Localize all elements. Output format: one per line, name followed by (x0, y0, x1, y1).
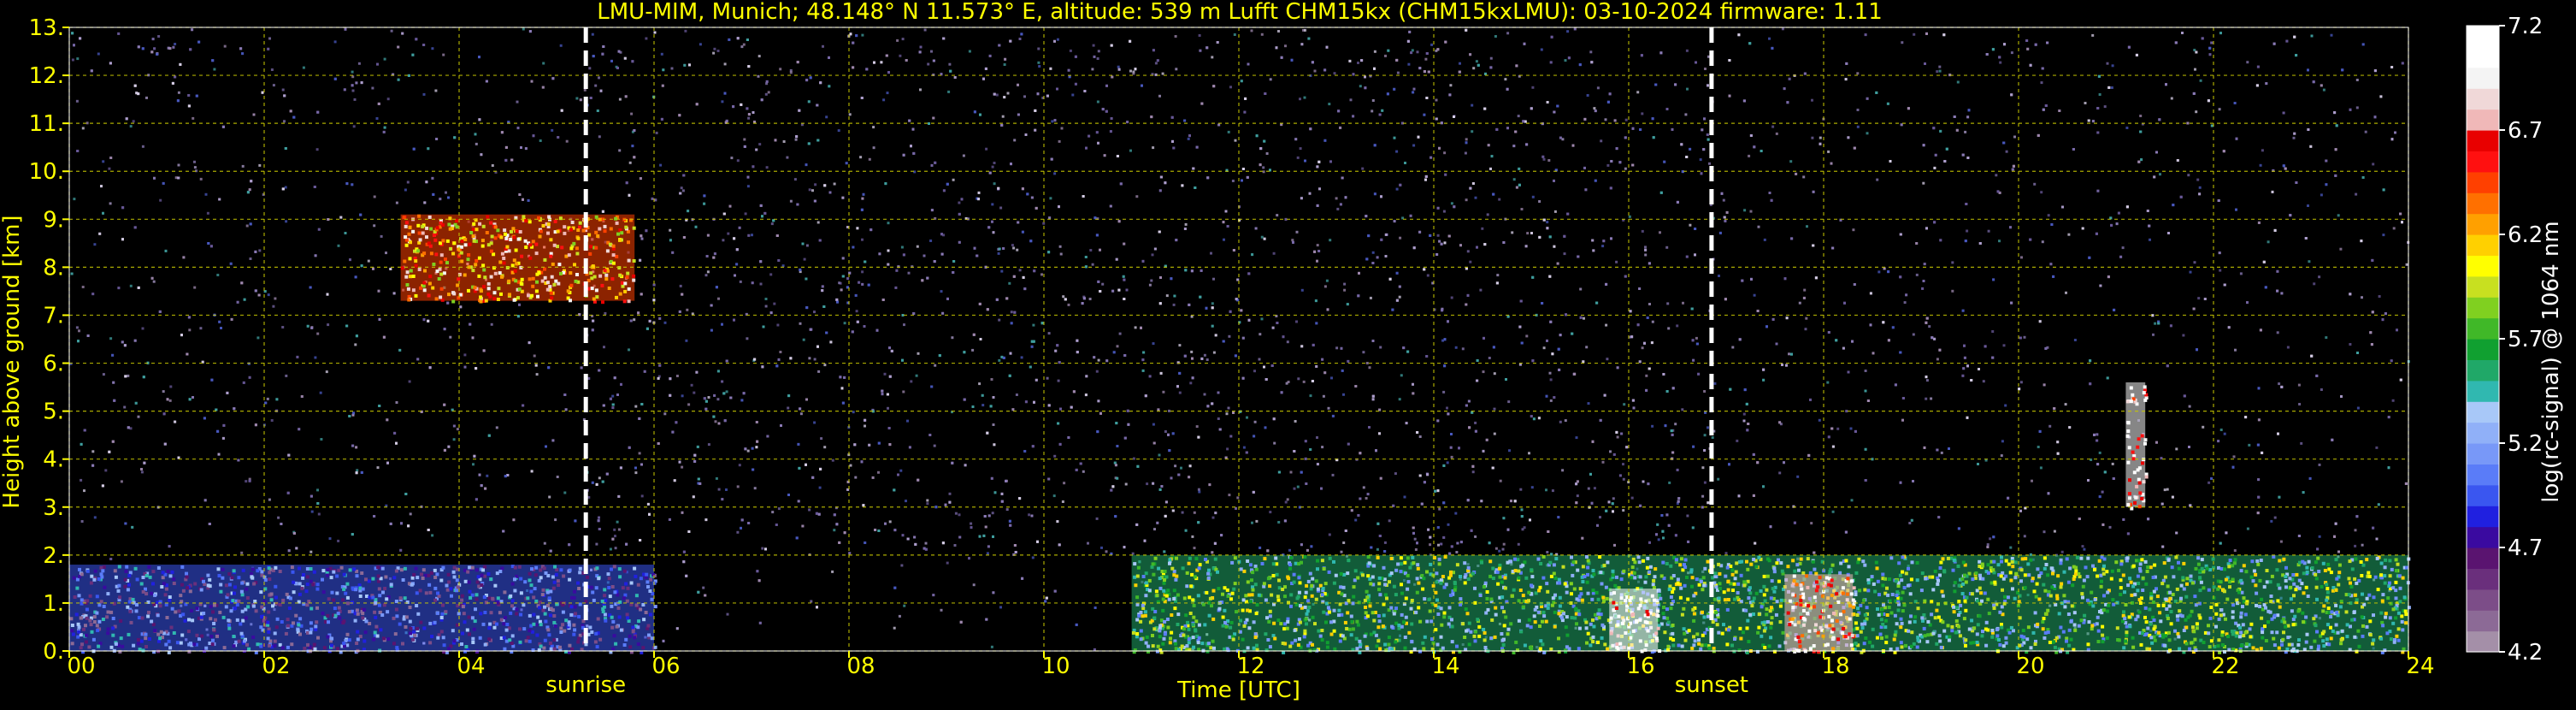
colorbar-swatch (2467, 547, 2499, 569)
y-tick-label: 4. (43, 447, 64, 473)
x-tick-label: 06 (651, 654, 680, 679)
heatmap-feature (1609, 589, 1661, 653)
colorbar-swatch (2467, 401, 2499, 423)
y-tick-label: 9. (43, 207, 64, 233)
ceilometer-figure: LMU-MIM, Munich; 48.148° N 11.573° E, al… (0, 0, 2576, 707)
colorbar-swatch (2467, 631, 2499, 653)
y-tick-label: 6. (43, 352, 64, 377)
y-axis-label: Height above ground [km] (0, 215, 25, 508)
colorbar-swatch (2467, 568, 2499, 589)
x-tick-label: 22 (2211, 654, 2239, 679)
colorbar-swatch (2467, 26, 2499, 47)
x-tick-label: 10 (1041, 654, 1070, 679)
x-tick-label: 04 (457, 654, 485, 679)
heatmap-feature (2125, 382, 2148, 511)
colorbar-swatch (2467, 443, 2499, 464)
sunset-label: sunset (1675, 672, 1748, 698)
colorbar-swatch (2467, 130, 2499, 151)
colorbar-tick-label: 6.7 (2508, 118, 2543, 144)
ceilometer-chart: LMU-MIM, Munich; 48.148° N 11.573° E, al… (0, 0, 2576, 707)
colorbar-swatch (2467, 276, 2499, 298)
y-tick-label: 12. (29, 63, 64, 89)
colorbar-swatch (2467, 255, 2499, 276)
x-tick-label: 00 (67, 654, 95, 679)
colorbar-swatch (2467, 46, 2499, 68)
x-tick-label: 18 (1821, 654, 1849, 679)
colorbar-swatch (2467, 192, 2499, 214)
colorbar-swatch (2467, 318, 2499, 340)
x-tick-label: 14 (1431, 654, 1459, 679)
colorbar-label: log(rc-signal) @ 1064 nm (2538, 221, 2564, 502)
colorbar-tick-label: 4.2 (2508, 640, 2543, 666)
x-tick-label: 24 (2406, 654, 2434, 679)
y-tick-label: 10. (29, 159, 64, 185)
y-tick-label: 8. (43, 255, 64, 281)
colorbar-swatch (2467, 527, 2499, 548)
colorbar-swatch (2467, 464, 2499, 485)
colorbar-swatch (2467, 88, 2499, 109)
colorbar-swatch (2467, 506, 2499, 527)
heatmap-feature (401, 215, 636, 305)
chart-title: LMU-MIM, Munich; 48.148° N 11.573° E, al… (597, 0, 1882, 25)
x-tick-label: 16 (1626, 654, 1654, 679)
plot-area (69, 27, 2411, 654)
heatmap-feature (1784, 574, 1856, 654)
y-tick-label: 13. (29, 15, 64, 41)
y-tick-label: 7. (43, 303, 64, 328)
y-tick-label: 0. (43, 639, 64, 665)
colorbar-swatch (2467, 297, 2499, 318)
colorbar-swatch (2467, 610, 2499, 631)
y-tick-label: 5. (43, 399, 64, 425)
y-tick-label: 11. (29, 111, 64, 137)
y-tick-label: 2. (43, 543, 64, 569)
colorbar-swatch (2467, 234, 2499, 256)
x-axis-label: Time [UTC] (1176, 677, 1300, 703)
y-tick-label: 1. (43, 591, 64, 617)
x-tick-label: 20 (2016, 654, 2044, 679)
heatmap-feature (1132, 555, 2411, 654)
sunrise-label: sunrise (545, 672, 626, 698)
colorbar-swatch (2467, 109, 2499, 131)
y-tick-label: 3. (43, 495, 64, 521)
x-tick-label: 08 (846, 654, 875, 679)
colorbar-swatch (2467, 589, 2499, 611)
colorbar-swatch (2467, 339, 2499, 360)
heatmap-feature (69, 565, 657, 654)
colorbar-swatch (2467, 381, 2499, 402)
colorbar-swatch (2467, 172, 2499, 193)
colorbar-swatch (2467, 359, 2499, 381)
colorbar-swatch (2467, 423, 2499, 444)
colorbar-swatch (2467, 485, 2499, 506)
colorbar-tick-label: 7.2 (2508, 14, 2543, 39)
colorbar-swatch (2467, 151, 2499, 172)
x-tick-label: 02 (262, 654, 290, 679)
x-tick-label: 12 (1236, 654, 1264, 679)
colorbar-swatch (2467, 68, 2499, 89)
colorbar-tick-label: 4.7 (2508, 535, 2543, 561)
colorbar-swatch (2467, 214, 2499, 235)
